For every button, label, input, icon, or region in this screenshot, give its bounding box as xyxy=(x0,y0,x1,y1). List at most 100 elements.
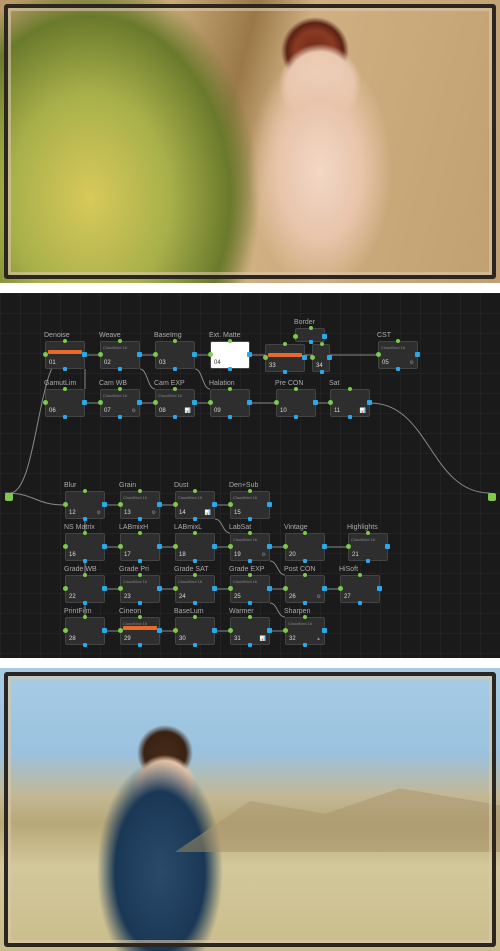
port-out[interactable] xyxy=(192,400,197,405)
port-in[interactable] xyxy=(118,628,123,633)
port-top[interactable] xyxy=(294,387,298,391)
port-bottom[interactable] xyxy=(138,601,142,605)
node-grain[interactable]: GrainCloudKind 1613⚙ xyxy=(120,491,160,519)
port-top[interactable] xyxy=(248,531,252,535)
port-in[interactable] xyxy=(328,400,333,405)
port-top[interactable] xyxy=(138,489,142,493)
port-bottom[interactable] xyxy=(358,601,362,605)
port-top[interactable] xyxy=(193,573,197,577)
port-in[interactable] xyxy=(118,502,123,507)
node-labmixl[interactable]: LABmixL18 xyxy=(175,533,215,561)
port-out[interactable] xyxy=(137,400,142,405)
port-in[interactable] xyxy=(228,502,233,507)
port-in[interactable] xyxy=(283,628,288,633)
port-out[interactable] xyxy=(302,355,307,360)
node-sat[interactable]: Sat11📊 xyxy=(330,389,370,417)
port-bottom[interactable] xyxy=(173,415,177,419)
node-ns-matrix[interactable]: NS Matrix16 xyxy=(65,533,105,561)
port-top[interactable] xyxy=(83,489,87,493)
port-bottom[interactable] xyxy=(294,415,298,419)
port-out[interactable] xyxy=(313,400,318,405)
port-bottom[interactable] xyxy=(83,559,87,563)
port-top[interactable] xyxy=(228,339,232,343)
port-top[interactable] xyxy=(138,573,142,577)
port-in[interactable] xyxy=(228,544,233,549)
port-top[interactable] xyxy=(358,573,362,577)
node-post-con[interactable]: Post CON26⚙ xyxy=(285,575,325,603)
node-pre-con[interactable]: Pre CON10 xyxy=(276,389,316,417)
port-bottom[interactable] xyxy=(248,517,252,521)
port-out[interactable] xyxy=(267,586,272,591)
port-out[interactable] xyxy=(102,586,107,591)
port-bottom[interactable] xyxy=(63,415,67,419)
port-in[interactable] xyxy=(283,544,288,549)
node-labmixh[interactable]: LABmixH17 xyxy=(120,533,160,561)
node-border[interactable]: Border xyxy=(295,328,325,342)
port-out[interactable] xyxy=(102,502,107,507)
port-bottom[interactable] xyxy=(118,367,122,371)
port-bottom[interactable] xyxy=(83,643,87,647)
port-top[interactable] xyxy=(83,615,87,619)
port-bottom[interactable] xyxy=(63,367,67,371)
port-out[interactable] xyxy=(157,586,162,591)
port-bottom[interactable] xyxy=(83,601,87,605)
node-baseimg[interactable]: BaseImg03 xyxy=(155,341,195,369)
port-out[interactable] xyxy=(82,352,87,357)
port-in[interactable] xyxy=(208,400,213,405)
node-editor[interactable]: Denoise01WeaveCloudKind 1602BaseImg03Ext… xyxy=(0,293,500,658)
port-in[interactable] xyxy=(63,586,68,591)
node-baselum[interactable]: BaseLum30 xyxy=(175,617,215,645)
node-cam-wb[interactable]: Cam WBCloudKind 1607⚙ xyxy=(100,389,140,417)
port-bottom[interactable] xyxy=(228,415,232,419)
port-bottom[interactable] xyxy=(303,559,307,563)
node-33[interactable]: 33 xyxy=(265,344,305,372)
port-out[interactable] xyxy=(212,586,217,591)
port-top[interactable] xyxy=(193,615,197,619)
port-bottom[interactable] xyxy=(248,643,252,647)
port-in[interactable] xyxy=(338,586,343,591)
port-out[interactable] xyxy=(385,544,390,549)
port-in[interactable] xyxy=(376,352,381,357)
node-grade-sat[interactable]: Grade SATCloudKind 1624 xyxy=(175,575,215,603)
port-in[interactable] xyxy=(98,352,103,357)
node-grade-exp[interactable]: Grade EXPCloudKind 1625 xyxy=(230,575,270,603)
graph-anchor[interactable] xyxy=(488,493,496,501)
port-bottom[interactable] xyxy=(173,367,177,371)
port-top[interactable] xyxy=(83,573,87,577)
node-highlights[interactable]: HighlightsCloudKind 1621 xyxy=(348,533,388,561)
port-bottom[interactable] xyxy=(193,559,197,563)
port-out[interactable] xyxy=(157,502,162,507)
port-out[interactable] xyxy=(267,502,272,507)
port-out[interactable] xyxy=(327,355,332,360)
port-in[interactable] xyxy=(98,400,103,405)
port-top[interactable] xyxy=(118,387,122,391)
port-top[interactable] xyxy=(366,531,370,535)
port-in[interactable] xyxy=(228,586,233,591)
port-in[interactable] xyxy=(173,544,178,549)
port-top[interactable] xyxy=(303,615,307,619)
node-34[interactable]: 34 xyxy=(312,344,330,372)
port-out[interactable] xyxy=(157,628,162,633)
port-bottom[interactable] xyxy=(83,517,87,521)
node-hisoft[interactable]: HiSoft27 xyxy=(340,575,380,603)
port-bottom[interactable] xyxy=(283,370,287,374)
port-bottom[interactable] xyxy=(138,517,142,521)
port-in[interactable] xyxy=(263,355,268,360)
node-denoise[interactable]: Denoise01 xyxy=(45,341,85,369)
port-bottom[interactable] xyxy=(348,415,352,419)
port-top[interactable] xyxy=(63,387,67,391)
port-bottom[interactable] xyxy=(366,559,370,563)
port-in[interactable] xyxy=(228,628,233,633)
port-out[interactable] xyxy=(102,544,107,549)
port-out[interactable] xyxy=(415,352,420,357)
node-weave[interactable]: WeaveCloudKind 1602 xyxy=(100,341,140,369)
port-top[interactable] xyxy=(63,339,67,343)
node-dust[interactable]: DustCloudKind 1614📊 xyxy=(175,491,215,519)
port-in[interactable] xyxy=(63,544,68,549)
port-in[interactable] xyxy=(63,502,68,507)
port-in[interactable] xyxy=(310,355,315,360)
port-in[interactable] xyxy=(63,628,68,633)
node-halation[interactable]: Halation09 xyxy=(210,389,250,417)
port-top[interactable] xyxy=(283,342,287,346)
port-top[interactable] xyxy=(248,489,252,493)
